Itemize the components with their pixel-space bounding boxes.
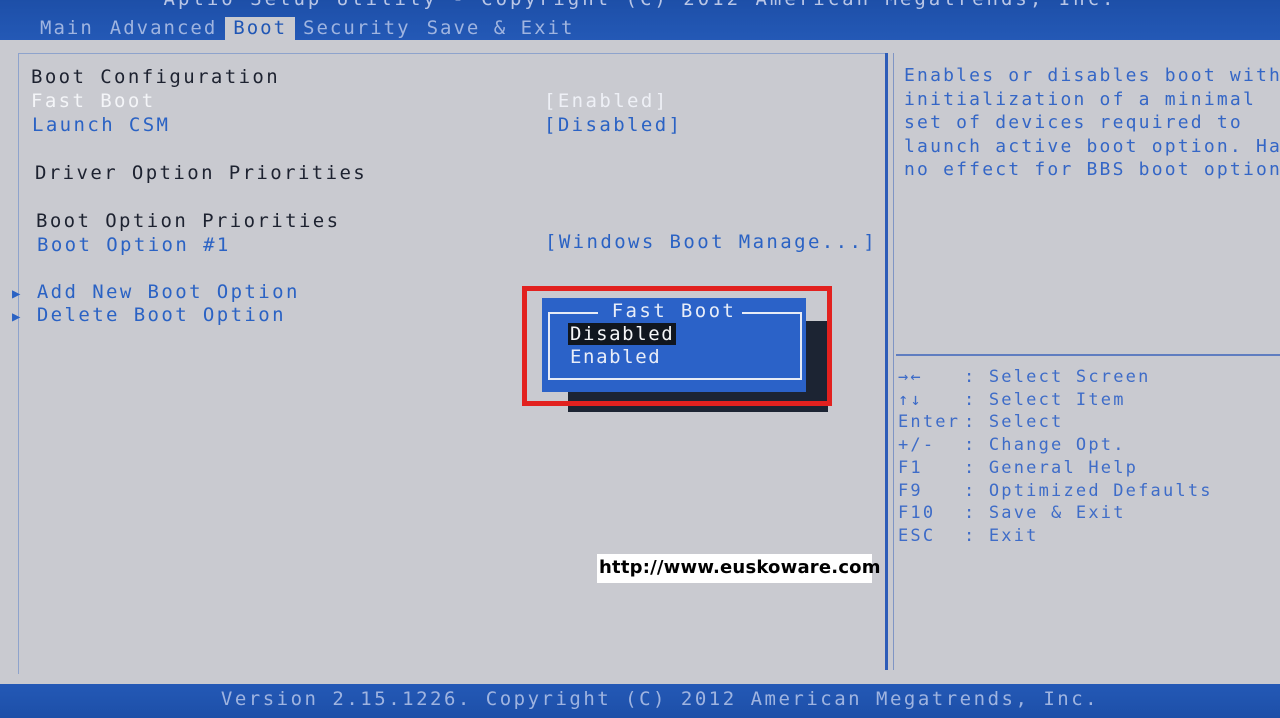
tab-save-exit[interactable]: Save & Exit [419, 17, 583, 40]
boot-option-1-value[interactable]: [Windows Boot Manage...] [545, 231, 877, 253]
boot-option-1-label[interactable]: Boot Option #1 [37, 234, 231, 256]
highlight-frame [522, 286, 832, 406]
key-description: : Select Item [964, 389, 1126, 410]
tab-boot[interactable]: Boot [225, 17, 296, 40]
panel-divider [885, 53, 888, 670]
help-line: Enables or disables boot with [904, 65, 1280, 86]
key-legend-row: Enter: Select [898, 411, 1213, 434]
boot-configuration-heading: Boot Configuration [31, 66, 281, 88]
version-text: Version 2.15.1226. Copyright (C) 2012 Am… [220, 688, 1100, 710]
key-arrows-horizontal: →← [898, 367, 923, 387]
utility-title: Aptio Setup Utility - Copyright (C) 2012… [0, 0, 1280, 10]
help-description: Enables or disables boot with initializa… [904, 64, 1280, 182]
key-description: : Select [964, 412, 1064, 433]
key-legend: →← : Select Screen ↑↓ : Select Item Enter:… [898, 366, 1213, 548]
key-description: : Exit [964, 525, 1039, 546]
fast-boot-value[interactable]: [Enabled] [544, 90, 669, 112]
key-legend-row: →← : Select Screen [898, 366, 1213, 389]
add-new-boot-option-label: Add New Boot Option [36, 281, 300, 303]
tab-main[interactable]: Main [32, 17, 102, 40]
help-line: no effect for BBS boot options. [904, 159, 1280, 180]
key-legend-row: ESC : Exit [898, 525, 1213, 548]
submenu-arrow-icon: ▶ [12, 286, 23, 302]
submenu-arrow-icon: ▶ [12, 309, 23, 325]
key-legend-row: F1 : General Help [898, 457, 1213, 480]
key-description: : Save & Exit [964, 503, 1126, 524]
launch-csm-value[interactable]: [Disabled] [544, 114, 682, 136]
delete-boot-option-label: Delete Boot Option [36, 304, 286, 326]
tab-security[interactable]: Security [295, 17, 419, 40]
key-plus-minus: +/- [898, 435, 936, 456]
header-bar: Aptio Setup Utility - Copyright (C) 2012… [0, 0, 1280, 40]
key-legend-row: F9 : Optimized Defaults [898, 480, 1213, 503]
key-f10: F10 [898, 503, 936, 524]
boot-option-priorities-heading: Boot Option Priorities [36, 210, 341, 232]
key-arrows-vertical: ↑↓ [898, 389, 923, 410]
help-line: launch active boot option. Has [904, 135, 1280, 157]
help-separator [896, 354, 1280, 356]
fast-boot-label[interactable]: Fast Boot [31, 90, 156, 112]
tab-advanced[interactable]: Advanced [102, 17, 226, 40]
bios-screen: Aptio Setup Utility - Copyright (C) 2012… [0, 0, 1280, 718]
footer-bar: Version 2.15.1226. Copyright (C) 2012 Am… [0, 684, 1280, 718]
key-f9: F9 [898, 480, 923, 501]
key-f1: F1 [898, 457, 923, 478]
launch-csm-label[interactable]: Launch CSM [32, 114, 170, 136]
panel-divider-inner [893, 53, 894, 670]
key-description: : Optimized Defaults [964, 480, 1213, 501]
key-legend-row: +/- : Change Opt. [898, 434, 1213, 457]
driver-option-priorities-heading: Driver Option Priorities [35, 162, 368, 184]
tab-bar: Main Advanced Boot Security Save & Exit [32, 17, 582, 40]
watermark-text: http://www.euskoware.com [599, 557, 881, 578]
help-line: initialization of a minimal [904, 88, 1256, 110]
key-legend-row: ↑↓ : Select Item [898, 389, 1213, 412]
key-description: : Change Opt. [964, 435, 1126, 456]
key-description: : General Help [964, 457, 1139, 478]
key-enter: Enter [898, 412, 961, 433]
key-legend-row: F10 : Save & Exit [898, 502, 1213, 525]
delete-boot-option-item[interactable]: ▶ Delete Boot Option [12, 304, 286, 326]
watermark-box: http://www.euskoware.com [597, 554, 881, 583]
key-description: : Select Screen [964, 367, 1151, 387]
add-new-boot-option-item[interactable]: ▶ Add New Boot Option [12, 281, 300, 303]
help-line: set of devices required to [904, 112, 1243, 133]
key-esc: ESC [898, 525, 936, 546]
